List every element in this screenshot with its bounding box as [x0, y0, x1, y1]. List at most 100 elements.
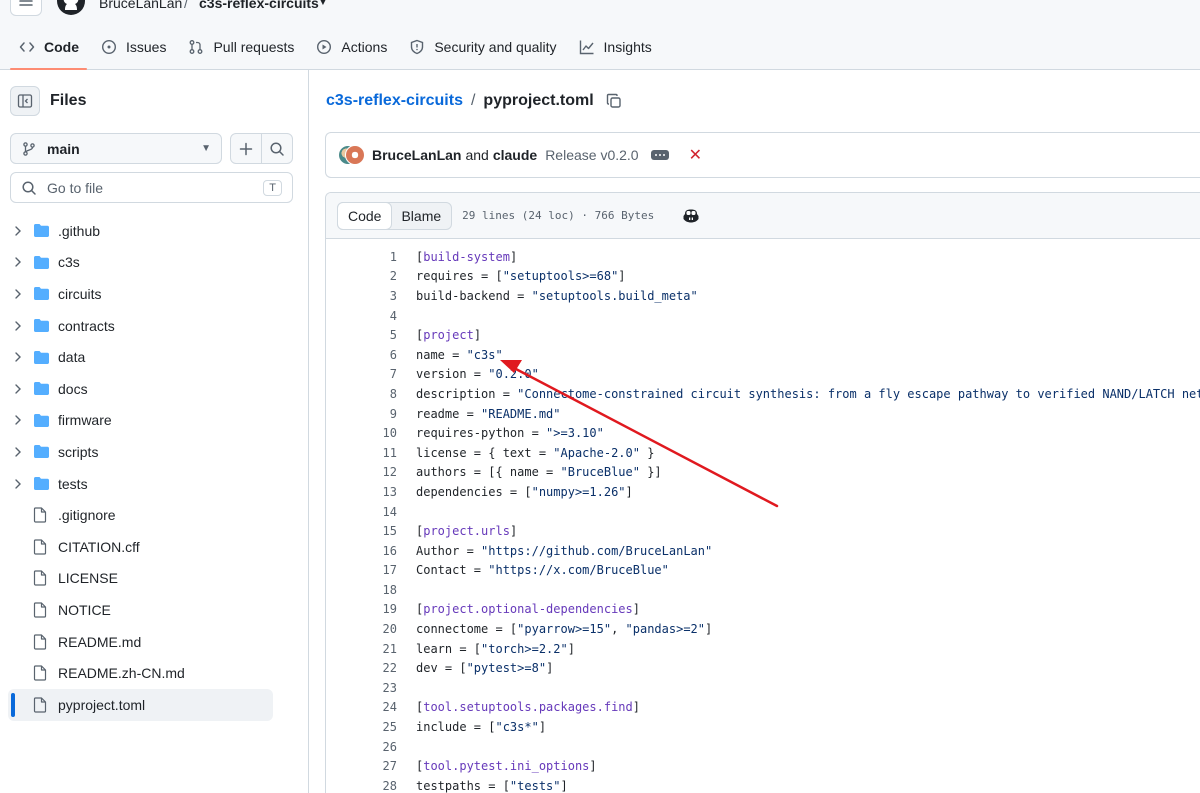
line-number[interactable]: 7 — [326, 367, 397, 381]
branch-name: main — [47, 140, 80, 157]
tab-insights-label: Insights — [603, 39, 652, 55]
copy-path-icon[interactable] — [606, 93, 622, 109]
tab-code[interactable]: Code — [10, 32, 87, 70]
chevron-right-icon[interactable] — [12, 256, 24, 268]
code-line: 11 license = { text = "Apache-2.0" } — [326, 443, 1200, 463]
line-number[interactable]: 24 — [326, 700, 397, 714]
line-number[interactable]: 11 — [326, 446, 397, 460]
line-number[interactable]: 25 — [326, 720, 397, 734]
chevron-right-icon[interactable] — [12, 383, 24, 395]
tree-item-label: scripts — [58, 443, 99, 460]
branch-caret-down-icon: ▼ — [201, 143, 211, 154]
add-file-button[interactable] — [231, 134, 262, 163]
tree-file-item[interactable]: NOTICE — [0, 594, 309, 626]
line-number[interactable]: 23 — [326, 681, 397, 695]
selected-indicator — [11, 692, 15, 717]
ellipsis-icon[interactable] — [650, 150, 669, 160]
code-line: 18 — [326, 580, 1200, 600]
search-code-button[interactable] — [262, 134, 292, 163]
tab-issues[interactable]: Issues — [92, 32, 174, 62]
tree-folder-item[interactable]: .github — [0, 215, 309, 247]
chevron-right-icon[interactable] — [12, 414, 24, 426]
line-number[interactable]: 12 — [326, 465, 397, 479]
path-repo-link[interactable]: c3s-reflex-circuits — [326, 92, 463, 110]
pull-request-icon — [187, 38, 205, 56]
tree-file-item[interactable]: README.md — [0, 626, 309, 658]
line-number[interactable]: 5 — [326, 328, 397, 342]
tree-folder-item[interactable]: firmware — [0, 405, 309, 437]
tree-file-item[interactable]: .gitignore — [0, 499, 309, 531]
tab-security[interactable]: Security and quality — [400, 32, 564, 62]
x-icon[interactable]: ✕ — [689, 145, 702, 165]
repo-caret-down-icon[interactable]: ▼ — [318, 0, 328, 8]
chevron-right-icon[interactable] — [12, 288, 24, 300]
line-number[interactable]: 8 — [326, 387, 397, 401]
tab-pull-requests[interactable]: Pull requests — [179, 32, 302, 62]
hamburger-menu-button[interactable] — [10, 0, 42, 16]
chevron-right-icon[interactable] — [12, 225, 24, 237]
commit-message-link[interactable]: Release v0.2.0 — [545, 147, 638, 163]
tree-file-item[interactable]: CITATION.cff — [0, 531, 309, 563]
code-line: 25 include = ["c3s*"] — [326, 717, 1200, 737]
line-number[interactable]: 1 — [326, 250, 397, 264]
tree-folder-item[interactable]: c3s — [0, 247, 309, 279]
tree-folder-item[interactable]: contracts — [0, 310, 309, 342]
tree-folder-item[interactable]: docs — [0, 373, 309, 405]
line-number[interactable]: 3 — [326, 289, 397, 303]
chevron-right-icon[interactable] — [12, 320, 24, 332]
copilot-icon[interactable] — [682, 208, 700, 224]
line-number[interactable]: 13 — [326, 485, 397, 499]
chevron-right-icon[interactable] — [12, 478, 24, 490]
line-number[interactable]: 28 — [326, 779, 397, 793]
line-number[interactable]: 16 — [326, 544, 397, 558]
line-content: dev = ["pytest>=8"] — [416, 661, 554, 676]
tree-folder-item[interactable]: circuits — [0, 278, 309, 310]
line-number[interactable]: 9 — [326, 407, 397, 421]
tree-item-label: pyproject.toml — [58, 696, 146, 713]
line-content: requires-python = ">=3.10" — [416, 426, 604, 441]
code-line: 7 version = "0.2.0" — [326, 365, 1200, 385]
line-number[interactable]: 18 — [326, 583, 397, 597]
tree-folder-item[interactable]: scripts — [0, 436, 309, 468]
code-line: 22 dev = ["pytest>=8"] — [326, 658, 1200, 678]
code-view-button[interactable]: Code — [337, 201, 393, 230]
chevron-right-icon[interactable] — [12, 351, 24, 363]
tab-actions[interactable]: Actions — [307, 32, 395, 62]
commit-coauthor-link[interactable]: claude — [493, 147, 537, 163]
chevron-right-icon[interactable] — [12, 446, 24, 458]
tree-file-item[interactable]: pyproject.toml — [8, 688, 273, 721]
line-number[interactable]: 27 — [326, 759, 397, 773]
collapse-sidebar-button[interactable] — [10, 86, 40, 116]
tree-file-item[interactable]: LICENSE — [0, 563, 309, 595]
blame-view-button[interactable]: Blame — [391, 203, 451, 229]
line-number[interactable]: 2 — [326, 269, 397, 283]
line-number[interactable]: 17 — [326, 563, 397, 577]
line-number[interactable]: 15 — [326, 524, 397, 538]
line-number[interactable]: 22 — [326, 661, 397, 675]
commit-author-link[interactable]: BruceLanLan — [372, 147, 461, 163]
line-number[interactable]: 4 — [326, 309, 397, 323]
search-icon — [21, 180, 37, 196]
go-to-file-input[interactable]: Go to file T — [10, 172, 293, 203]
line-number[interactable]: 10 — [326, 426, 397, 440]
breadcrumb-owner[interactable]: BruceLanLan — [99, 0, 182, 11]
line-number[interactable]: 20 — [326, 622, 397, 636]
line-content: [project] — [416, 328, 482, 343]
tree-folder-item[interactable]: tests — [0, 468, 309, 500]
file-icon — [33, 507, 51, 523]
line-number[interactable]: 6 — [326, 348, 397, 362]
avatar[interactable] — [345, 145, 365, 165]
line-number[interactable]: 26 — [326, 740, 397, 754]
line-number[interactable]: 19 — [326, 602, 397, 616]
line-content: testpaths = ["tests"] — [416, 778, 568, 793]
branch-selector[interactable]: main ▼ — [10, 133, 222, 164]
breadcrumb-repo[interactable]: c3s-reflex-circuits — [199, 0, 319, 11]
tree-file-item[interactable]: README.zh-CN.md — [0, 657, 309, 689]
tree-folder-item[interactable]: data — [0, 341, 309, 373]
tab-insights[interactable]: Insights — [570, 32, 660, 62]
github-logo-icon[interactable] — [56, 0, 86, 16]
code-line: 12 authors = [{ name = "BruceBlue" }] — [326, 463, 1200, 483]
line-number[interactable]: 14 — [326, 505, 397, 519]
line-content: include = ["c3s*"] — [416, 720, 547, 735]
line-number[interactable]: 21 — [326, 642, 397, 656]
